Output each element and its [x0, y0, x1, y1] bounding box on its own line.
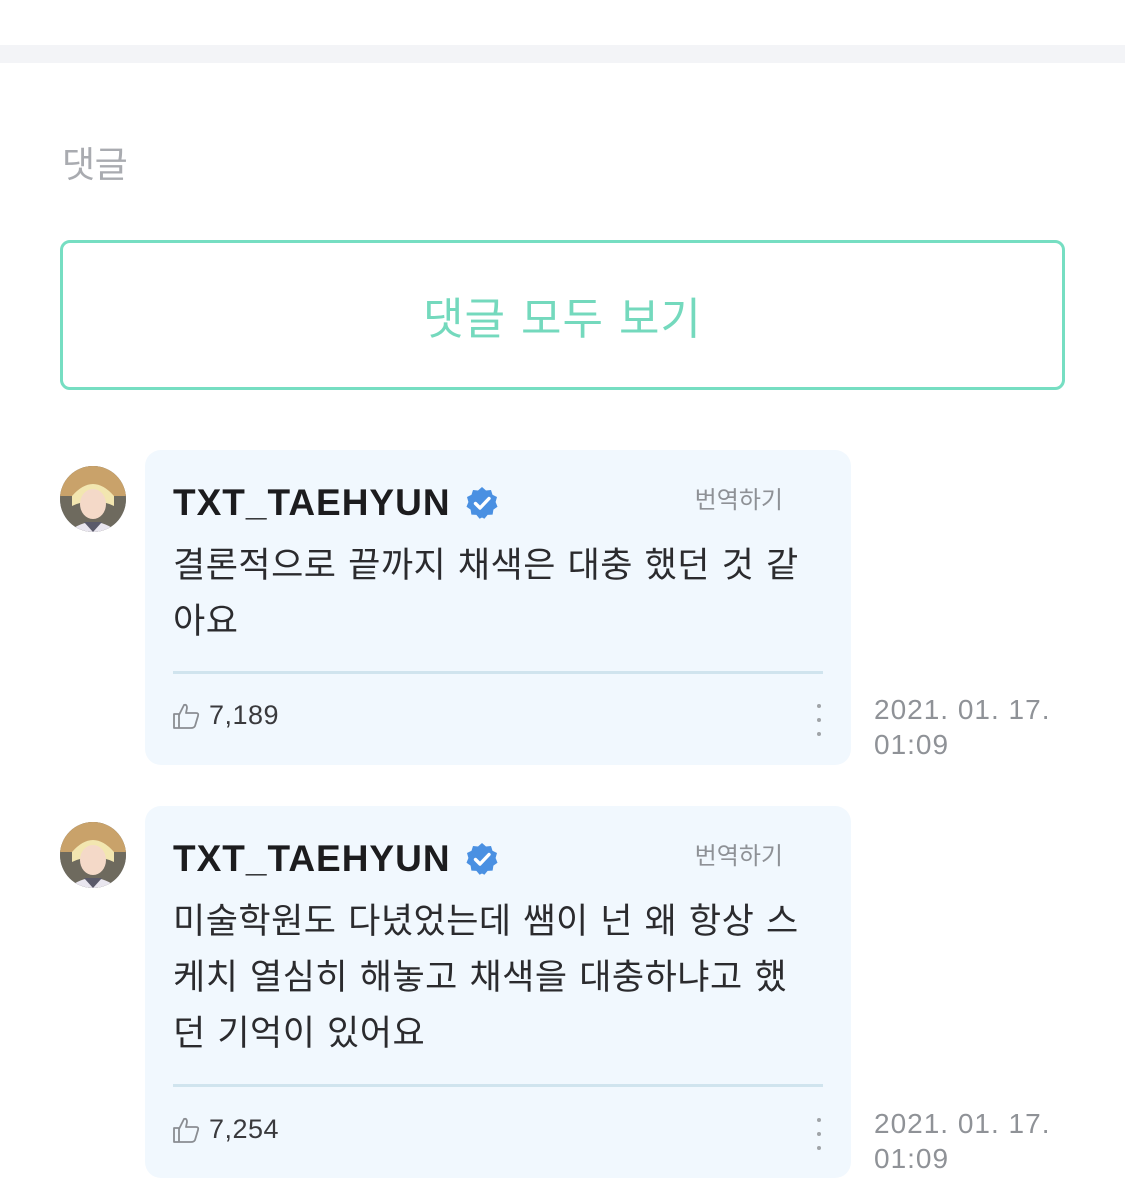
comment-text: 결론적으로 끝까지 채색은 대충 했던 것 같 아요 — [173, 546, 799, 642]
comment-text: 미술학원도 다녔었는데 쌤이 넌 왜 항상 스 케치 열심히 해놓고 채색을 대… — [173, 902, 799, 1054]
like-button[interactable]: 7,254 — [171, 1114, 279, 1145]
avatar-image — [60, 822, 126, 888]
author-name: TXT_TAEHYUN — [173, 838, 451, 879]
comment-divider — [173, 671, 823, 674]
verified-badge-icon — [465, 486, 499, 520]
comment-bubble: TXT_TAEHYUN 번역하기 미술학원도 다녔었는데 쌤이 넌 왜 항상 스… — [145, 806, 851, 1178]
verified-badge-icon — [465, 842, 499, 876]
thumbs-up-icon — [171, 1115, 201, 1145]
like-button[interactable]: 7,189 — [171, 700, 279, 731]
thumbs-up-icon — [171, 701, 201, 731]
like-count: 7,189 — [209, 700, 280, 730]
avatar-image — [60, 466, 126, 532]
like-count: 7,254 — [209, 1114, 280, 1144]
view-all-comments-button[interactable]: 댓글 모두 보기 — [60, 240, 1065, 390]
translate-button[interactable]: 번역하기 — [695, 480, 783, 515]
comment-author[interactable]: TXT_TAEHYUN — [173, 482, 499, 524]
comment-timestamp: 2021. 01. 17. 01:09 — [874, 1108, 1051, 1174]
comment-item: TXT_TAEHYUN 번역하기 미술학원도 다녔었는데 쌤이 넌 왜 항상 스… — [0, 806, 1125, 1178]
avatar[interactable] — [60, 822, 126, 888]
author-name: TXT_TAEHYUN — [173, 482, 451, 523]
comment-author[interactable]: TXT_TAEHYUN — [173, 838, 499, 880]
more-options-icon[interactable] — [811, 704, 827, 736]
translate-button[interactable]: 번역하기 — [695, 836, 783, 871]
top-divider-band — [0, 45, 1125, 63]
avatar[interactable] — [60, 466, 126, 532]
comment-bubble: TXT_TAEHYUN 번역하기 결론적으로 끝까지 채색은 대충 했던 것 같… — [145, 450, 851, 765]
comment-divider — [173, 1084, 823, 1087]
section-title: 댓글 — [62, 145, 128, 186]
comment-timestamp: 2021. 01. 17. 01:09 — [874, 694, 1051, 760]
more-options-icon[interactable] — [811, 1118, 827, 1150]
comment-item: TXT_TAEHYUN 번역하기 결론적으로 끝까지 채색은 대충 했던 것 같… — [0, 450, 1125, 765]
